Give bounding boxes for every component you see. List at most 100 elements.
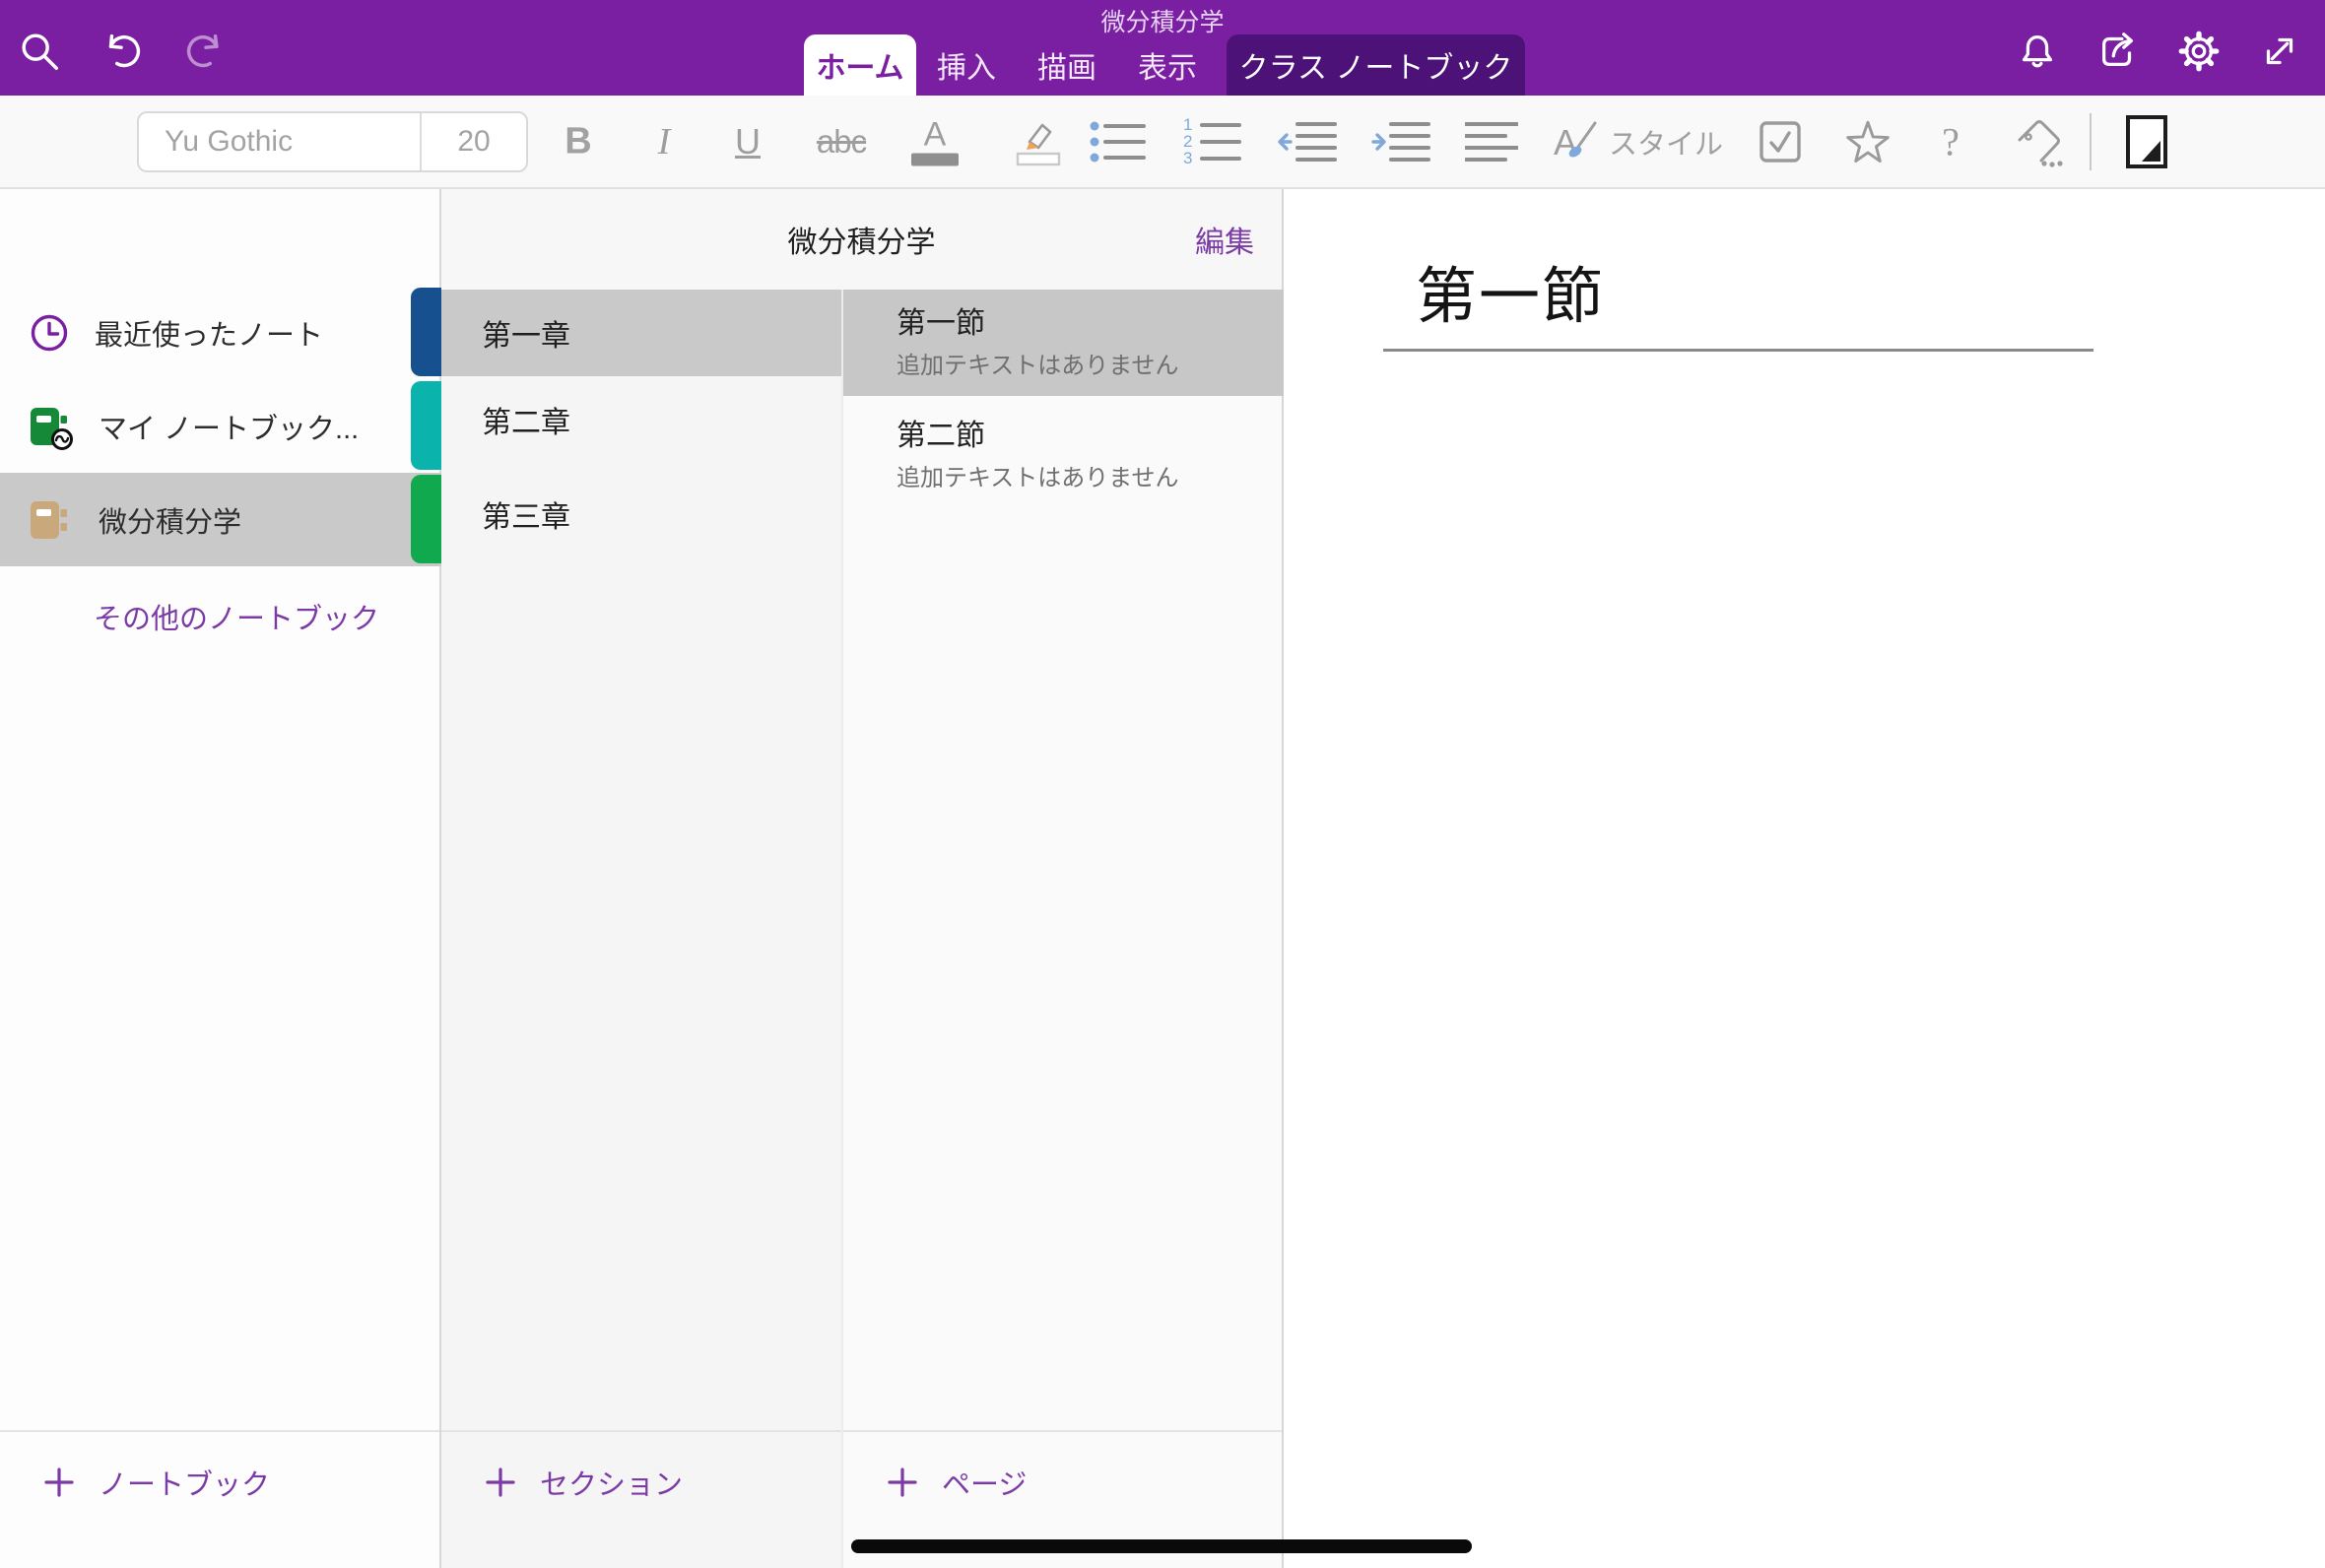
numbered-list-icon: 123 (1182, 117, 1243, 166)
notebooks-footer: ノートブック (0, 1430, 439, 1568)
add-notebook-button[interactable]: ノートブック (0, 1432, 439, 1503)
star-icon (1843, 117, 1893, 166)
section-item[interactable]: 第一章 (441, 290, 841, 376)
todo-checkbox-button[interactable] (1757, 119, 1804, 164)
page-panel-icon (2123, 112, 2170, 171)
indent-button[interactable] (1370, 119, 1431, 164)
notebook-color-tab (411, 475, 441, 563)
settings-button[interactable] (2175, 28, 2223, 75)
share-icon (2095, 29, 2141, 74)
gear-icon (2176, 29, 2222, 74)
highlight-button[interactable] (1009, 116, 1066, 167)
font-size-selector[interactable]: 20 (422, 113, 526, 170)
add-notebook-label: ノートブック (99, 1462, 270, 1503)
page-panel-button[interactable] (2122, 112, 2171, 171)
other-notebooks-link[interactable]: その他のノートブック (94, 596, 379, 637)
edit-button[interactable]: 編集 (1195, 218, 1254, 261)
outdent-icon (1278, 119, 1337, 164)
indent-icon (1371, 119, 1430, 164)
title-bar: 微分積分学 (0, 0, 2325, 96)
sections-footer: セクション (441, 1430, 841, 1568)
font-color-swatch (911, 153, 959, 165)
expand-button[interactable] (2256, 28, 2303, 75)
checkbox-icon (1758, 119, 1803, 164)
page-item[interactable]: 第一節 追加テキストはありません (843, 290, 1286, 396)
font-family-selector[interactable]: Yu Gothic (139, 113, 420, 170)
font-color-letter: A (924, 117, 947, 151)
titlebar-left-actions (16, 28, 229, 75)
bold-button[interactable]: B (555, 120, 602, 163)
add-section-button[interactable]: セクション (441, 1432, 841, 1503)
notifications-button[interactable] (2014, 28, 2061, 75)
notebook-green-icon (28, 403, 75, 450)
tab-insert[interactable]: 挿入 (916, 34, 1017, 96)
pages-panel: 第一節 追加テキストはありません 第二節 追加テキストはありません ページ (841, 189, 1284, 1568)
page-item[interactable]: 第二節 追加テキストはありません (843, 402, 1286, 508)
tag-button[interactable] (2012, 116, 2069, 167)
sidebar-item-label: 最近使ったノート (95, 312, 323, 354)
svg-text:3: 3 (1183, 149, 1192, 166)
clock-icon (28, 311, 71, 355)
bell-icon (2015, 29, 2060, 74)
section-item[interactable]: 第二章 (441, 376, 841, 463)
tab-class-notebook[interactable]: クラス ノートブック (1227, 34, 1525, 96)
plus-icon (887, 1467, 918, 1498)
help-button[interactable]: ? (1933, 118, 1968, 164)
align-icon (1465, 119, 1518, 164)
notebook-color-tab (411, 381, 441, 470)
document-title: 微分積分学 (0, 3, 2325, 38)
sidebar-item-label: マイ ノートブック... (99, 406, 359, 447)
styles-button[interactable]: A スタイル (1549, 119, 1728, 164)
notebook-tan-icon (28, 496, 75, 544)
redo-button[interactable] (181, 28, 229, 75)
font-color-button[interactable]: A (908, 117, 962, 165)
section-item[interactable]: 第三章 (441, 471, 841, 557)
page-title-divider (1383, 349, 2093, 352)
bullet-list-button[interactable] (1088, 119, 1147, 164)
styles-icon: A (1554, 119, 1599, 164)
strikethrough-button[interactable]: abc (812, 123, 871, 161)
add-page-button[interactable]: ページ (843, 1432, 1282, 1503)
font-selector: Yu Gothic 20 (137, 111, 528, 172)
add-page-label: ページ (942, 1462, 1027, 1503)
numbered-list-button[interactable]: 123 (1181, 117, 1244, 166)
search-button[interactable] (16, 28, 63, 75)
outdent-button[interactable] (1277, 119, 1338, 164)
notebook-header: 微分積分学 編集 (441, 189, 1284, 290)
expand-icon (2257, 29, 2302, 74)
page-canvas[interactable]: 第一節 (1284, 189, 2325, 1568)
search-icon (17, 29, 62, 74)
important-star-button[interactable] (1842, 117, 1893, 166)
home-indicator[interactable] (851, 1539, 1472, 1553)
formatting-toolbar: Yu Gothic 20 B I U abc A (0, 96, 2325, 189)
bullet-list-icon (1089, 119, 1146, 164)
onenote-app: 微分積分学 (0, 0, 2325, 1568)
plus-icon (485, 1467, 516, 1498)
sidebar-item-recent-notes[interactable]: 最近使ったノート (0, 286, 441, 379)
titlebar-right-actions (2014, 28, 2303, 75)
italic-button[interactable]: I (644, 120, 684, 163)
sidebar-item-label: 微分積分学 (99, 499, 241, 541)
sidebar-item-calculus-notebook[interactable]: 微分積分学 (0, 473, 441, 566)
notebook-header-title: 微分積分学 (788, 218, 936, 261)
notebook-color-tab (411, 288, 441, 376)
undo-button[interactable] (99, 28, 146, 75)
toolbar-divider (2090, 113, 2092, 170)
underline-button[interactable]: U (726, 121, 769, 163)
tag-icon (2013, 116, 2068, 167)
highlighter-icon (1012, 116, 1063, 167)
plus-icon (43, 1467, 75, 1498)
undo-icon (100, 29, 145, 74)
sidebar-item-my-notebooks[interactable]: マイ ノートブック... (0, 379, 441, 473)
add-section-label: セクション (540, 1462, 683, 1503)
share-button[interactable] (2094, 28, 2142, 75)
sections-panel: 第一章 第二章 第三章 セクション (441, 189, 841, 1568)
redo-icon (182, 29, 228, 74)
styles-label: スタイル (1609, 121, 1723, 163)
tab-draw[interactable]: 描画 (1017, 34, 1117, 96)
page-title[interactable]: 第一節 (1416, 246, 1605, 335)
alignment-button[interactable] (1464, 119, 1519, 164)
tab-view[interactable]: 表示 (1117, 34, 1218, 96)
tab-home[interactable]: ホーム (804, 34, 916, 96)
ribbon-tabs: ホーム 挿入 描画 表示 クラス ノートブック (804, 34, 1525, 96)
